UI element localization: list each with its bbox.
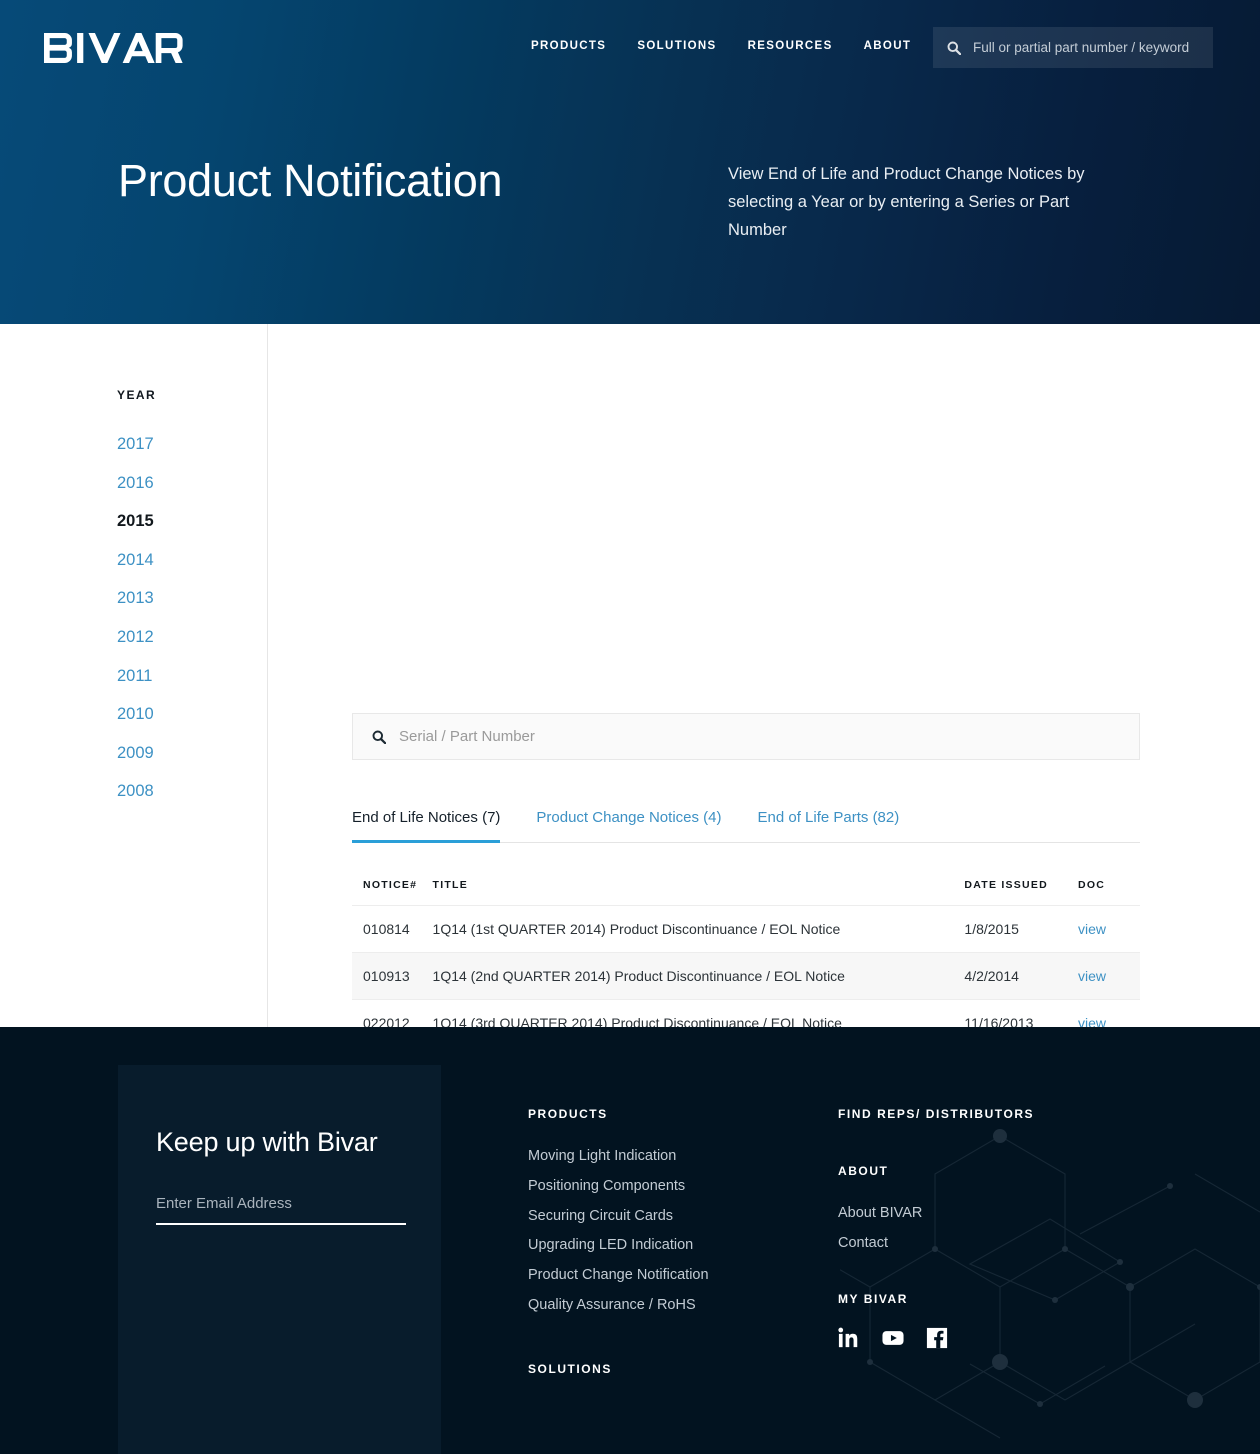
youtube-icon[interactable] (882, 1327, 904, 1349)
tab-end-of-life-parts[interactable]: End of Life Parts (82) (758, 809, 900, 843)
page-description: View End of Life and Product Change Noti… (728, 165, 1085, 239)
newsletter-email-input[interactable] (156, 1195, 406, 1212)
part-number-search-input[interactable] (399, 728, 1120, 745)
footer-link-upgrading-led-indication[interactable]: Upgrading LED Indication (528, 1231, 709, 1261)
social-links (838, 1327, 1034, 1349)
sidebar-item-2009[interactable]: 2009 (117, 734, 247, 773)
column-header-doc: DOC (1078, 879, 1106, 891)
footer-link-quality-assurance-rohs[interactable]: Quality Assurance / RoHS (528, 1291, 709, 1321)
sidebar-item-2015[interactable]: 2015 (117, 502, 247, 541)
main-content: YEAR 2017 2016 2015 2014 2013 2012 2011 … (0, 324, 1260, 1219)
column-header-date: DATE ISSUED (964, 879, 1048, 891)
year-filter-heading: YEAR (117, 388, 157, 402)
page-title: Product Notification (118, 155, 503, 206)
facebook-icon[interactable] (926, 1327, 948, 1349)
footer-link-about-bivar[interactable]: About BIVAR (838, 1199, 1034, 1229)
footer-heading-my-bivar[interactable]: MY BIVAR (838, 1292, 1034, 1306)
sidebar-item-2012[interactable]: 2012 (117, 618, 247, 657)
nav-item-about[interactable]: ABOUT (864, 40, 912, 52)
footer-heading-about: ABOUT (838, 1164, 889, 1178)
sidebar-item-2014[interactable]: 2014 (117, 541, 247, 580)
nav-item-products[interactable]: PRODUCTS (531, 40, 606, 52)
cell-notice-number: 010913 (363, 968, 410, 984)
notice-type-tabs: End of Life Notices (7) Product Change N… (352, 809, 1140, 843)
table-header: NOTICE# TITLE DATE ISSUED DOC (352, 879, 1140, 906)
newsletter-heading: Keep up with Bivar (156, 1127, 378, 1157)
footer-heading-solutions[interactable]: SOLUTIONS (528, 1362, 709, 1376)
nav-links: PRODUCTS SOLUTIONS RESOURCES ABOUT (531, 40, 911, 52)
sidebar-item-2016[interactable]: 2016 (117, 464, 247, 503)
year-sidebar: YEAR 2017 2016 2015 2014 2013 2012 2011 … (117, 388, 247, 811)
column-header-notice: NOTICE# (363, 879, 418, 891)
table-row: 010913 1Q14 (2nd QUARTER 2014) Product D… (352, 952, 1140, 1000)
header-search-box[interactable] (933, 27, 1213, 68)
footer-link-positioning-components[interactable]: Positioning Components (528, 1172, 709, 1202)
hero-banner: PRODUCTS SOLUTIONS RESOURCES ABOUT Produ… (0, 0, 1260, 324)
top-navigation-bar: PRODUCTS SOLUTIONS RESOURCES ABOUT (0, 0, 1260, 95)
sidebar-divider (267, 324, 268, 1027)
tab-product-change-notices[interactable]: Product Change Notices (4) (536, 809, 721, 843)
nav-item-resources[interactable]: RESOURCES (748, 40, 833, 52)
footer-heading-products: PRODUCTS (528, 1107, 608, 1121)
cell-date-issued: 1/8/2015 (964, 921, 1019, 937)
sidebar-item-2011[interactable]: 2011 (117, 657, 247, 696)
footer-heading-find-reps-distributors[interactable]: FIND REPS/ DISTRIBUTORS (838, 1107, 1034, 1121)
sidebar-item-2008[interactable]: 2008 (117, 772, 247, 811)
table-row: 010814 1Q14 (1st QUARTER 2014) Product D… (352, 905, 1140, 953)
search-icon (947, 41, 961, 55)
view-document-link[interactable]: view (1078, 968, 1106, 984)
tab-end-of-life-notices[interactable]: End of Life Notices (7) (352, 809, 501, 843)
footer-link-moving-light-indication[interactable]: Moving Light Indication (528, 1142, 709, 1172)
footer-link-securing-circuit-cards[interactable]: Securing Circuit Cards (528, 1202, 709, 1232)
sidebar-item-2013[interactable]: 2013 (117, 579, 247, 618)
part-number-search-box[interactable] (352, 713, 1140, 760)
footer-column-company: FIND REPS/ DISTRIBUTORS ABOUT About BIVA… (838, 1107, 1034, 1349)
bivar-logo[interactable] (44, 33, 183, 63)
cell-date-issued: 4/2/2014 (964, 968, 1019, 984)
cell-title: 1Q14 (2nd QUARTER 2014) Product Disconti… (432, 968, 845, 984)
linkedin-icon[interactable] (838, 1327, 860, 1349)
sidebar-item-2017[interactable]: 2017 (117, 425, 247, 464)
newsletter-signup: Keep up with Bivar (118, 1065, 441, 1454)
header-search-input[interactable] (973, 40, 1199, 55)
site-footer: Keep up with Bivar PRODUCTS Moving Light… (0, 1027, 1260, 1454)
cell-notice-number: 010814 (363, 921, 410, 937)
search-icon (372, 730, 386, 744)
footer-link-contact[interactable]: Contact (838, 1229, 1034, 1259)
nav-item-solutions[interactable]: SOLUTIONS (637, 40, 716, 52)
newsletter-email-field[interactable] (156, 1195, 406, 1225)
column-header-title: TITLE (432, 879, 468, 891)
view-document-link[interactable]: view (1078, 921, 1106, 937)
sidebar-item-2010[interactable]: 2010 (117, 695, 247, 734)
cell-title: 1Q14 (1st QUARTER 2014) Product Disconti… (432, 921, 841, 937)
footer-link-product-change-notification[interactable]: Product Change Notification (528, 1261, 709, 1291)
footer-column-products: PRODUCTS Moving Light Indication Positio… (528, 1107, 709, 1397)
